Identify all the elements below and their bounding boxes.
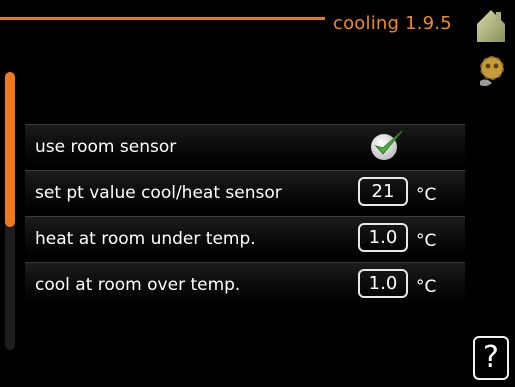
gear-icon[interactable] bbox=[476, 55, 506, 89]
value-field[interactable]: 1.0 bbox=[358, 223, 408, 252]
row-label: set pt value cool/heat sensor bbox=[35, 183, 282, 203]
row-use-room-sensor[interactable]: use room sensor bbox=[25, 124, 465, 167]
page-title: cooling 1.9.5 bbox=[333, 13, 452, 34]
row-label: use room sensor bbox=[35, 137, 177, 157]
row-cool-over-temp[interactable]: cool at room over temp. 1.0 °C bbox=[25, 262, 465, 305]
value-field[interactable]: 1.0 bbox=[358, 269, 408, 298]
checkmark-icon[interactable] bbox=[368, 127, 406, 163]
row-label: heat at room under temp. bbox=[35, 229, 256, 249]
unit-label: °C bbox=[416, 231, 437, 251]
scrollbar-thumb[interactable] bbox=[5, 72, 15, 227]
row-heat-under-temp[interactable]: heat at room under temp. 1.0 °C bbox=[25, 216, 465, 259]
help-button[interactable]: ? bbox=[473, 336, 509, 380]
header-divider bbox=[0, 17, 325, 20]
row-label: cool at room over temp. bbox=[35, 275, 241, 295]
unit-label: °C bbox=[416, 185, 437, 205]
value-field[interactable]: 21 bbox=[358, 177, 408, 206]
row-set-pt-value[interactable]: set pt value cool/heat sensor 21 °C bbox=[25, 170, 465, 213]
unit-label: °C bbox=[416, 277, 437, 297]
help-icon: ? bbox=[483, 340, 499, 375]
house-icon[interactable] bbox=[474, 6, 508, 44]
